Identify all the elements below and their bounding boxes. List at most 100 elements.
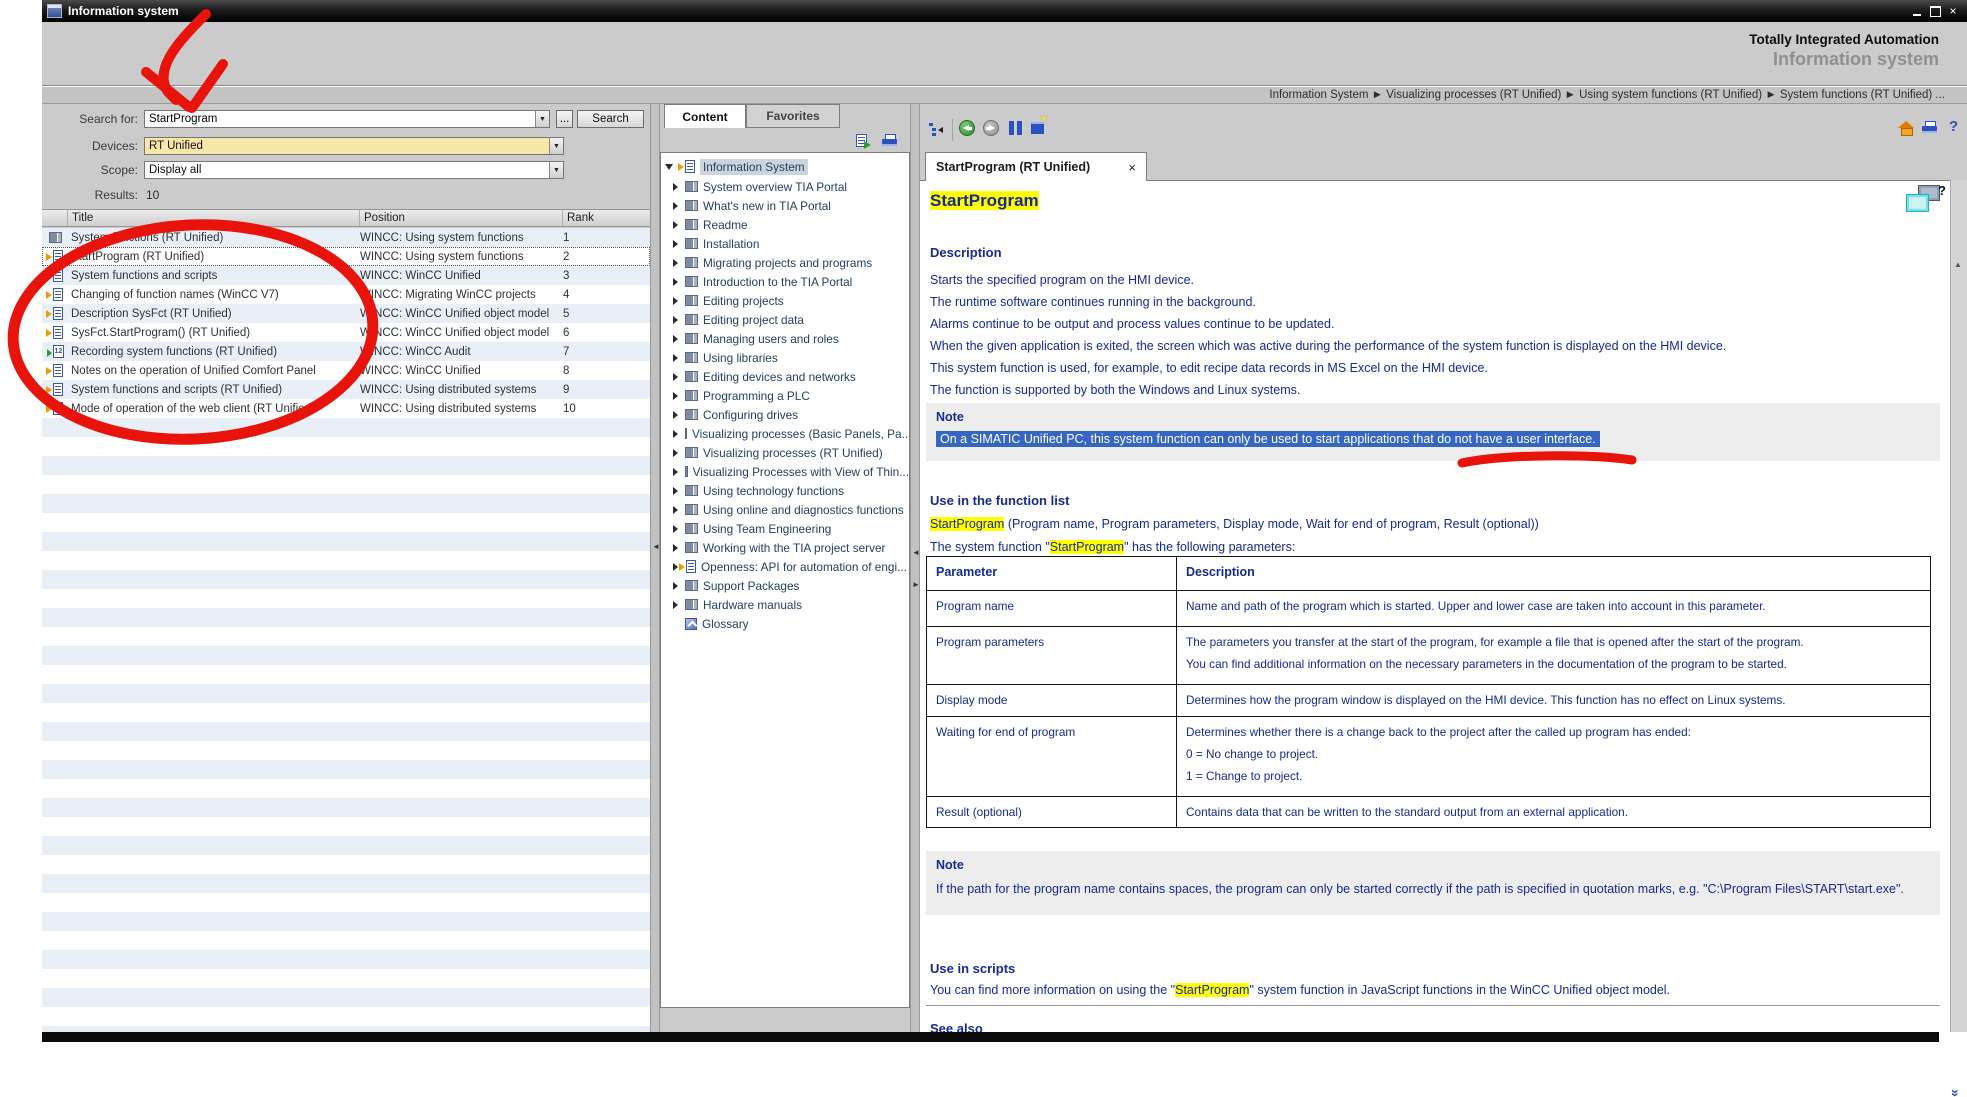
tab-content[interactable]: Content <box>664 104 746 128</box>
collapsed-arrow-icon[interactable] <box>673 449 678 457</box>
tree-item[interactable]: Support Packages <box>661 576 909 595</box>
tree-item[interactable]: Editing projects <box>661 291 909 310</box>
results-col-title[interactable]: Title <box>68 210 360 226</box>
splitter-right[interactable]: ◄ ► <box>910 104 920 1032</box>
window-bottom-edge <box>42 1032 1939 1042</box>
collapsed-arrow-icon[interactable] <box>673 183 678 191</box>
collapsed-arrow-icon[interactable] <box>673 582 678 590</box>
back-icon[interactable] <box>959 120 975 136</box>
collapsed-arrow-icon[interactable] <box>673 354 678 362</box>
expanded-arrow-icon[interactable] <box>665 164 673 170</box>
collapsed-arrow-icon[interactable] <box>673 487 678 495</box>
splitter-left[interactable]: ◄ <box>650 104 660 1032</box>
scope-combo[interactable]: Display all ▼ <box>144 161 564 179</box>
table-row[interactable]: Changing of function names (WinCC V7) WI… <box>42 285 650 304</box>
tree-item[interactable]: Openness: API for automation of engi... <box>661 557 909 576</box>
more-button[interactable]: ... <box>556 110 573 128</box>
collapsed-arrow-icon[interactable] <box>673 411 678 419</box>
tree-item[interactable]: What's new in TIA Portal <box>661 196 909 215</box>
tab-close-icon[interactable]: × <box>1128 160 1136 175</box>
forward-icon[interactable] <box>983 120 999 136</box>
table-row[interactable]: SysFct.StartProgram() (RT Unified) WINCC… <box>42 323 650 342</box>
collapsed-arrow-icon[interactable] <box>673 335 678 343</box>
tab-favorites[interactable]: Favorites <box>746 104 840 128</box>
table-row[interactable]: System functions and scripts WINCC: WinC… <box>42 266 650 285</box>
breadcrumb[interactable]: Information System ► Visualizing process… <box>42 87 1967 104</box>
search-dropdown-arrow-icon[interactable]: ▼ <box>535 111 549 127</box>
collapse-right-icon[interactable]: ► <box>912 580 920 589</box>
table-row-selected[interactable]: StartProgram (RT Unified) WINCC: Using s… <box>42 247 650 266</box>
tree-item[interactable]: Introduction to the TIA Portal <box>661 272 909 291</box>
collapsed-arrow-icon[interactable] <box>673 392 678 400</box>
tree-item[interactable]: Using Team Engineering <box>661 519 909 538</box>
bookmarks-icon[interactable] <box>1009 121 1022 135</box>
tree-item[interactable]: Visualizing processes (Basic Panels, Pa.… <box>661 424 909 443</box>
tree-item[interactable]: Using technology functions <box>661 481 909 500</box>
devices-combo[interactable]: RT Unified ▼ <box>144 137 564 155</box>
collapsed-arrow-icon[interactable] <box>673 316 678 324</box>
tree-item[interactable]: Hardware manuals <box>661 595 909 614</box>
table-row[interactable]: Recording system functions (RT Unified) … <box>42 342 650 361</box>
expand-topic-icon[interactable] <box>856 134 867 147</box>
collapsed-arrow-icon[interactable] <box>673 297 678 305</box>
minimize-icon[interactable] <box>1908 3 1926 19</box>
tree-item[interactable]: System overview TIA Portal <box>661 177 909 196</box>
tree-item[interactable]: Migrating projects and programs <box>661 253 909 272</box>
tree-item[interactable]: Programming a PLC <box>661 386 909 405</box>
add-bookmark-icon[interactable] <box>1031 122 1044 134</box>
help-icon[interactable]: ? <box>1949 118 1958 135</box>
restore-icon[interactable] <box>1926 3 1944 19</box>
collapsed-arrow-icon[interactable] <box>673 544 678 552</box>
results-col-rank[interactable]: Rank <box>563 210 650 226</box>
collapsed-arrow-icon[interactable] <box>673 468 678 476</box>
collapsed-arrow-icon[interactable] <box>673 506 678 514</box>
table-row[interactable]: Description SysFct (RT Unified) WINCC: W… <box>42 304 650 323</box>
help-vertical-scrollbar[interactable]: ▲ » <box>1950 180 1967 1032</box>
brand-line1: Totally Integrated Automation <box>1749 32 1939 47</box>
collapsed-arrow-icon[interactable] <box>673 563 678 571</box>
table-row[interactable]: System functions (RT Unified) WINCC: Usi… <box>42 228 650 247</box>
tree-root[interactable]: Information System <box>661 157 909 176</box>
tree-item[interactable]: Using libraries <box>661 348 909 367</box>
collapse-left-icon[interactable]: ◄ <box>912 548 920 557</box>
tree-item-glossary[interactable]: Glossary <box>661 614 909 633</box>
sync-to-tree-icon[interactable] <box>928 122 943 136</box>
collapse-left-icon[interactable]: ◄ <box>652 542 660 551</box>
home-icon[interactable] <box>1898 121 1914 135</box>
scroll-up-icon[interactable]: ▲ <box>1954 260 1962 269</box>
collapsed-arrow-icon[interactable] <box>673 278 678 286</box>
results-col-position[interactable]: Position <box>360 210 563 226</box>
tree-item[interactable]: Editing devices and networks <box>661 367 909 386</box>
collapsed-arrow-icon[interactable] <box>673 240 678 248</box>
tree-item[interactable]: Editing project data <box>661 310 909 329</box>
devices-dropdown-arrow-icon[interactable]: ▼ <box>549 138 563 154</box>
search-combo[interactable]: ▼ <box>144 110 550 128</box>
collapsed-arrow-icon[interactable] <box>673 430 678 438</box>
collapsed-arrow-icon[interactable] <box>673 202 678 210</box>
close-icon[interactable]: × <box>1944 3 1962 19</box>
collapsed-arrow-icon[interactable] <box>673 259 678 267</box>
table-row[interactable]: Mode of operation of the web client (RT … <box>42 399 650 418</box>
scroll-down-chevron-icon[interactable]: » <box>1948 1089 1964 1097</box>
tree-item[interactable]: Visualizing processes (RT Unified) <box>661 443 909 462</box>
tree-item[interactable]: Readme <box>661 215 909 234</box>
collapsed-arrow-icon[interactable] <box>673 221 678 229</box>
topic-icon <box>53 288 63 301</box>
tree-item[interactable]: Using online and diagnostics functions <box>661 500 909 519</box>
search-input[interactable] <box>145 113 535 125</box>
table-row[interactable]: System functions and scripts (RT Unified… <box>42 380 650 399</box>
search-button[interactable]: Search <box>577 110 644 128</box>
collapsed-arrow-icon[interactable] <box>673 525 678 533</box>
table-row[interactable]: Notes on the operation of Unified Comfor… <box>42 361 650 380</box>
tree-item[interactable]: Managing users and roles <box>661 329 909 348</box>
scope-dropdown-arrow-icon[interactable]: ▼ <box>549 162 563 178</box>
print-icon[interactable] <box>1922 121 1937 134</box>
collapsed-arrow-icon[interactable] <box>673 601 678 609</box>
tree-item[interactable]: Visualizing Processes with View of Thin.… <box>661 462 909 481</box>
collapsed-arrow-icon[interactable] <box>673 373 678 381</box>
tree-item[interactable]: Working with the TIA project server <box>661 538 909 557</box>
tree-item[interactable]: Installation <box>661 234 909 253</box>
help-tab[interactable]: StartProgram (RT Unified) × <box>925 152 1147 181</box>
tree-item[interactable]: Configuring drives <box>661 405 909 424</box>
print-icon[interactable] <box>882 134 897 147</box>
